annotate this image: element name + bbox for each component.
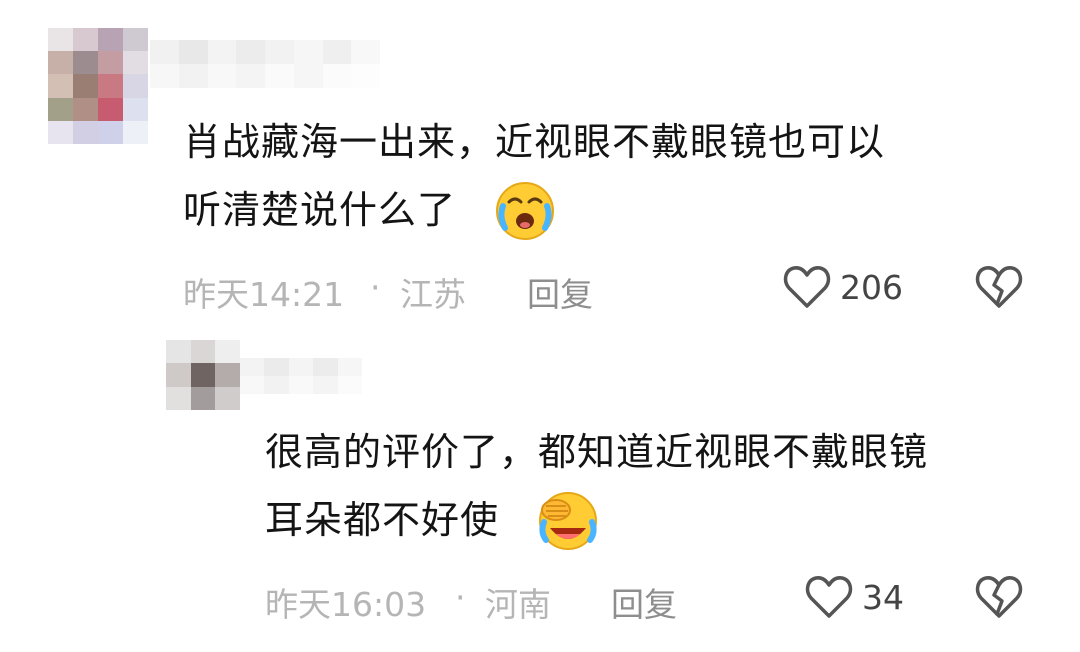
heart-outline-icon[interactable]	[783, 264, 831, 310]
crying-laughing-emoji	[496, 182, 554, 240]
reply-button[interactable]: 回复	[527, 268, 593, 316]
avatar[interactable]	[166, 340, 240, 410]
comment-time: 昨天14:21	[183, 275, 345, 314]
comment-text-line: 很高的评价了，都知道近视眼不戴眼镜	[265, 430, 929, 474]
comment-location: 江苏	[400, 275, 466, 314]
username-blurred[interactable]	[150, 40, 380, 88]
broken-heart-icon[interactable]	[975, 574, 1023, 620]
reply-button[interactable]: 回复	[611, 578, 677, 626]
broken-heart-icon[interactable]	[975, 264, 1023, 310]
comment-location: 河南	[485, 585, 551, 624]
like-count: 206	[840, 268, 903, 307]
username-blurred[interactable]	[240, 358, 362, 394]
heart-outline-icon[interactable]	[805, 574, 853, 620]
comment-text-line: 肖战藏海一出来，近视眼不戴眼镜也可以	[183, 120, 886, 164]
like-count: 34	[862, 578, 904, 617]
comment-time: 昨天16:03	[265, 585, 427, 624]
meta-separator: ·	[370, 268, 381, 307]
meta-separator: ·	[455, 578, 466, 617]
laughing-hand-emoji	[539, 492, 597, 550]
comment-text-line: 听清楚说什么了	[183, 188, 457, 232]
avatar[interactable]	[48, 28, 148, 144]
comment-text-line: 耳朵都不好使	[265, 498, 500, 542]
